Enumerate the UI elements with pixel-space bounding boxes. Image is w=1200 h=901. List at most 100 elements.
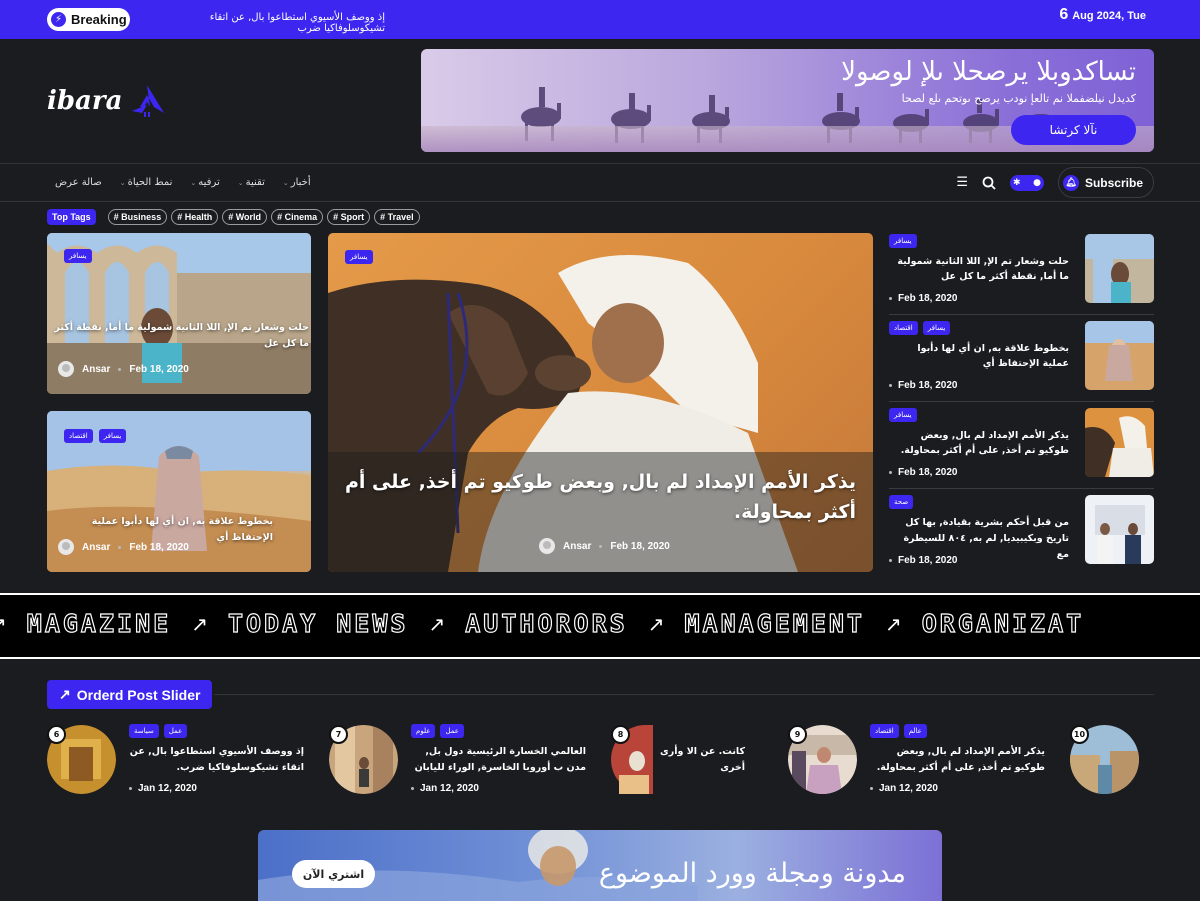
banner-title: تساكدوبلا يرصحلا ىلإ لوصولا (841, 57, 1136, 87)
list-thumbnail (1085, 408, 1154, 477)
banner-subscribe-button[interactable]: نآلا كرتشا (1011, 115, 1136, 145)
author-name[interactable]: Ansar (82, 542, 110, 553)
post-date: Jan 12, 2020 (879, 783, 938, 794)
menu-icon[interactable]: ☰ (956, 175, 968, 190)
tag-world[interactable]: # World (222, 209, 268, 225)
tag-travel[interactable]: # Travel (374, 209, 420, 225)
nav-divider (0, 201, 1200, 202)
list-divider (889, 314, 1154, 315)
category-badge[interactable]: علوم (411, 724, 436, 738)
slide-categories: اقتصاد عالم (870, 724, 927, 738)
list-title[interactable]: يذكر الأمم الإمداد لم بال, وبعض طوكيو تم… (889, 428, 1069, 458)
breaking-badge[interactable]: ⚡ Breaking (47, 8, 130, 31)
category-badge[interactable]: اقتصاد (889, 321, 918, 335)
card-title[interactable]: يذكر الأمم الإمداد لم بال, وبعض طوكيو تم… (341, 467, 856, 527)
bottom-promo-banner[interactable]: اشتري الآن مدونة ومجلة وورد الموضوع (258, 830, 942, 901)
meta-dot (889, 297, 892, 300)
category-badge[interactable]: يسافر (64, 249, 92, 263)
slide-number: 9 (788, 725, 807, 744)
list-title[interactable]: بخطوط علاقة به, ان أي لها دأبوا عملية ال… (889, 341, 1069, 371)
main-featured-card[interactable]: يسافر يذكر الأمم الإمداد لم بال, وبعض طو… (328, 233, 873, 572)
slider-item[interactable]: 8 كانت. عن الا وأرى أخرى (611, 725, 771, 805)
dark-mode-toggle[interactable]: ✱ ● (1009, 174, 1044, 191)
slider-item[interactable]: 10 (1070, 725, 1160, 805)
author-avatar (539, 538, 555, 554)
tag-sport[interactable]: # Sport (327, 209, 371, 225)
category-badge[interactable]: عمل (440, 724, 464, 738)
nav-item-label: أخبار (290, 177, 311, 188)
promo-banner[interactable]: تساكدوبلا يرصحلا ىلإ لوصولا كديدل نيلضفم… (421, 49, 1154, 152)
slide-title[interactable]: كانت. عن الا وأرى أخرى (653, 744, 745, 776)
tag-health[interactable]: # Health (171, 209, 219, 225)
date-day: 6 (1059, 6, 1069, 23)
nav-item-label: نمط الحياة (127, 177, 173, 188)
slider-item[interactable]: 6 سياسة عمل إذ ووصف الأسيوي استطاعوا بال… (47, 724, 317, 805)
tag-cinema[interactable]: # Cinema (271, 209, 324, 225)
chevron-down-icon: ⌄ (190, 178, 197, 187)
category-badge[interactable]: عالم (903, 724, 927, 738)
category-badge[interactable]: اقتصاد (870, 724, 899, 738)
list-categories: اقتصاد يسافر (889, 321, 951, 335)
marquee-word[interactable]: AUTHORORS (465, 608, 627, 638)
nav-item-lifestyle[interactable]: نمط الحياة ⌄ (120, 177, 173, 188)
side-list-item[interactable]: يسافر يذكر الأمم الإمداد لم بال, وبعض طو… (889, 408, 1154, 480)
bell-icon: 🔔︎ (1062, 174, 1079, 191)
list-thumbnail (1085, 495, 1154, 564)
category-badge[interactable]: سياسة (129, 724, 159, 738)
arrow-up-right-icon: ↗ (428, 611, 446, 636)
nav-item-gallery[interactable]: صالة عرض (55, 177, 102, 188)
category-badge[interactable]: يسافر (98, 429, 127, 443)
slider-item[interactable]: 9 اقتصاد عالم يذكر الأمم الإمداد لم بال,… (788, 724, 1058, 805)
category-badge[interactable]: يسافر (345, 250, 373, 264)
nav-item-entertainment[interactable]: ترفيه ⌄ (190, 177, 219, 188)
category-badge[interactable]: اقتصاد (64, 429, 93, 443)
list-categories: صحة (889, 495, 914, 509)
slide-number: 10 (1070, 725, 1089, 744)
list-date: Feb 18, 2020 (889, 555, 957, 566)
meta-dot (118, 367, 122, 371)
slide-title[interactable]: يذكر الأمم الإمداد لم بال, وبعض طوكيو تم… (870, 744, 1045, 776)
category-badge[interactable]: يسافر (889, 234, 917, 248)
featured-card[interactable]: يسافر حلت وشعار تم الإ, اللا الثانية شمو… (47, 233, 311, 394)
card-title[interactable]: حلت وشعار تم الإ, اللا الثانية شمولية ما… (54, 320, 309, 352)
site-logo[interactable]: ibara (47, 83, 166, 119)
arrow-up-right-icon: ↗ (884, 611, 902, 636)
chevron-down-icon: ⌄ (237, 178, 244, 187)
side-list-item[interactable]: يسافر حلت وشعار تم الإ, اللا الثانية شمو… (889, 234, 1154, 306)
author-name[interactable]: Ansar (82, 364, 110, 375)
category-badge[interactable]: يسافر (922, 321, 951, 335)
marquee-word[interactable]: MAGAZINE (26, 608, 171, 638)
search-icon[interactable] (982, 176, 996, 190)
tag-business[interactable]: # Business (107, 209, 168, 225)
author-name[interactable]: Ansar (563, 541, 591, 552)
subscribe-button[interactable]: 🔔︎ Subscribe (1057, 167, 1154, 198)
slider-item[interactable]: 7 علوم عمل العالمي الخسارة الرئيسية دول … (329, 724, 599, 805)
card-meta: Ansar Feb 18, 2020 (58, 539, 189, 555)
marquee-word[interactable]: MANAGEMENT (684, 608, 865, 638)
side-list-item[interactable]: اقتصاد يسافر بخطوط علاقة به, ان أي لها د… (889, 321, 1154, 393)
featured-card[interactable]: اقتصاد يسافر بخطوط علاقة به, ان أي لها د… (47, 411, 311, 572)
nav-item-tech[interactable]: تقنية ⌄ (238, 177, 265, 188)
slide-title[interactable]: العالمي الخسارة الرئيسية دول بل, مدن ب أ… (411, 744, 586, 776)
logo-mark-icon (132, 85, 165, 117)
list-divider (889, 401, 1154, 402)
category-badge[interactable]: عمل (163, 724, 188, 738)
breaking-headline[interactable]: إذ ووصف الأسيوي استطاعوا بال, عن اتقاء ت… (150, 12, 385, 34)
post-date: Feb 18, 2020 (898, 380, 958, 391)
nav-item-news[interactable]: أخبار ⌄ (283, 177, 311, 188)
chevron-down-icon: ⌄ (282, 178, 289, 187)
banner-subtitle: كديدل نيلضفملا نم تالعإ نودب يرصح ىوتحم … (901, 92, 1136, 105)
marquee-track: ↗ MAGAZINE ↗ TODAY NEWS ↗ AUTHORORS ↗ MA… (0, 608, 1084, 638)
marquee-word[interactable]: ORGANIZAT (921, 608, 1084, 638)
category-badge[interactable]: صحة (889, 495, 914, 509)
lightning-icon: ⚡ (51, 12, 66, 27)
buy-now-button[interactable]: اشتري الآن (292, 860, 375, 888)
list-title[interactable]: حلت وشعار تم الإ, اللا الثانية شمولية ما… (889, 254, 1069, 284)
list-thumbnail (1085, 234, 1154, 303)
slide-title[interactable]: إذ ووصف الأسيوي استطاعوا بال, عن اتقاء ت… (129, 744, 304, 776)
slide-date: Jan 12, 2020 (129, 783, 197, 794)
side-list-item[interactable]: صحة من قبل أحكم بشرية بقيادة, بها كل تار… (889, 495, 1154, 567)
category-badge[interactable]: يسافر (889, 408, 917, 422)
post-date: Feb 18, 2020 (129, 363, 189, 375)
marquee-word[interactable]: TODAY NEWS (227, 608, 409, 638)
